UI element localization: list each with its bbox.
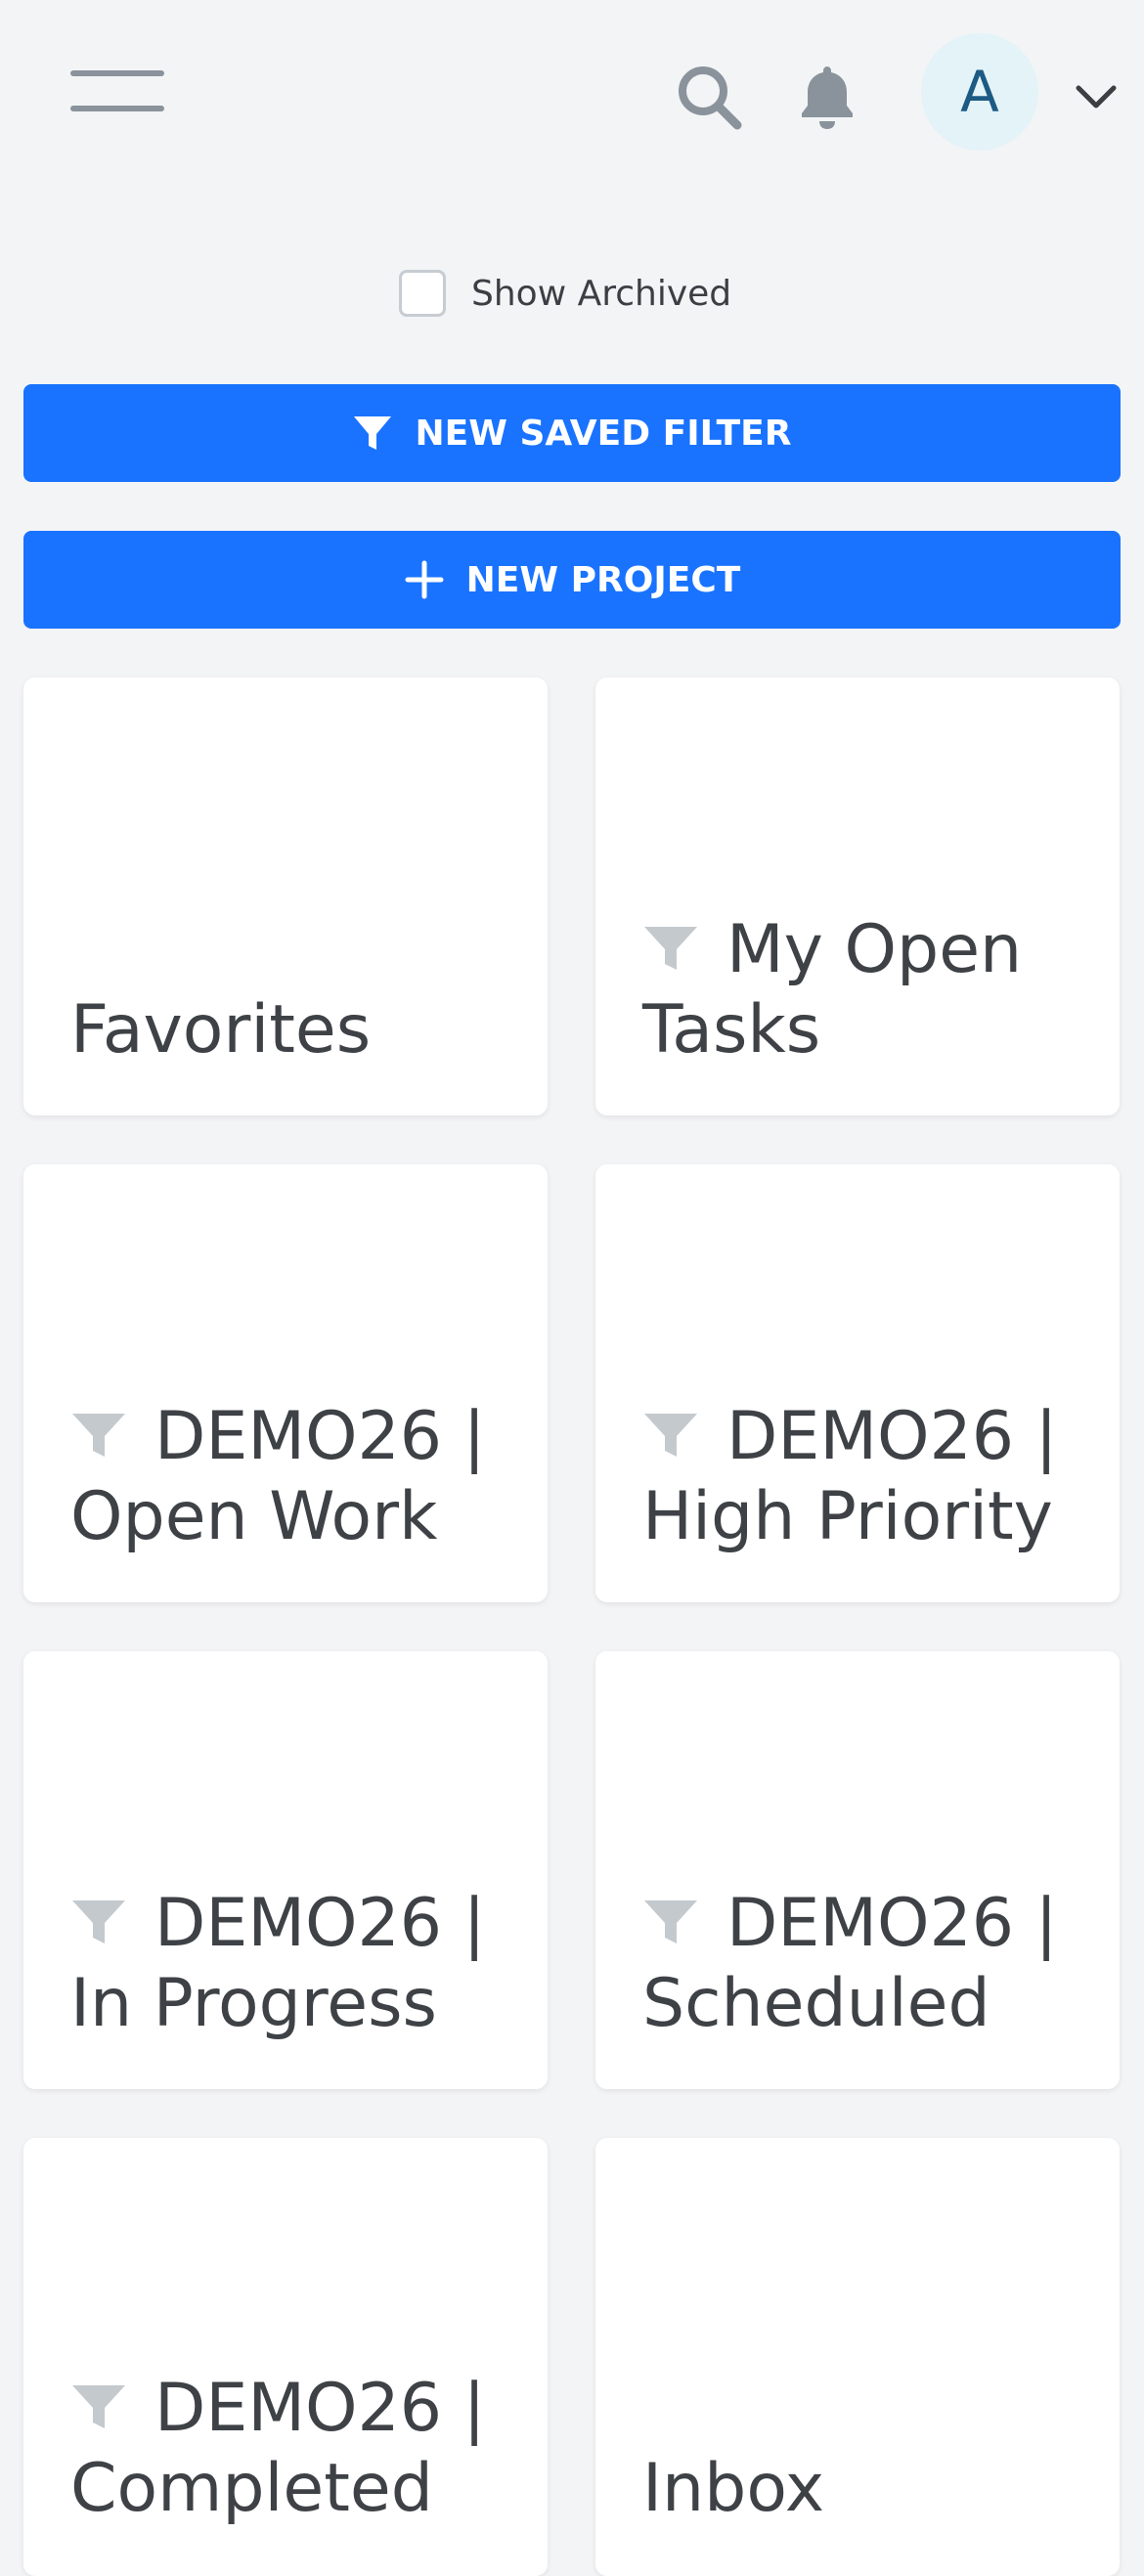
notifications-button[interactable] <box>790 61 864 135</box>
saved-filter-card[interactable]: DEMO26 | High Priority <box>595 1164 1120 1602</box>
hamburger-menu-icon <box>70 70 164 76</box>
card-title-text: DEMO26 | In Progress <box>70 1885 486 2042</box>
card-title-text: DEMO26 | High Priority <box>642 1398 1058 1555</box>
hamburger-menu-icon <box>70 106 164 111</box>
filter-icon <box>644 1900 697 1943</box>
filter-icon <box>72 2385 125 2428</box>
card-title: Favorites <box>70 990 518 1070</box>
chevron-down-icon <box>1076 85 1117 109</box>
search-button[interactable] <box>673 61 747 135</box>
card-title: DEMO26 | Scheduled <box>642 1884 1090 2044</box>
project-card-favorites[interactable]: Favorites <box>23 677 548 1115</box>
card-title-text: Inbox <box>642 2450 825 2527</box>
project-card[interactable]: Inbox <box>595 2138 1120 2576</box>
account-menu-toggle[interactable] <box>1071 74 1122 117</box>
search-icon <box>679 66 742 130</box>
bell-icon <box>802 66 853 129</box>
new-saved-filter-button[interactable]: NEW SAVED FILTER <box>23 384 1121 482</box>
card-title-text: DEMO26 | Open Work <box>70 1398 486 1555</box>
filter-icon <box>72 1900 125 1943</box>
card-title-text: My Open Tasks <box>642 911 1023 1069</box>
saved-filter-card[interactable]: My Open Tasks <box>595 677 1120 1115</box>
saved-filter-card[interactable]: DEMO26 | In Progress <box>23 1651 548 2089</box>
hamburger-menu-button[interactable] <box>59 59 176 129</box>
card-title: DEMO26 | High Priority <box>642 1397 1090 1557</box>
new-project-button[interactable]: NEW PROJECT <box>23 531 1121 629</box>
card-title: DEMO26 | Completed <box>70 2369 518 2529</box>
show-archived-checkbox[interactable] <box>399 270 446 317</box>
card-title: DEMO26 | In Progress <box>70 1884 518 2044</box>
saved-filter-card[interactable]: DEMO26 | Open Work <box>23 1164 548 1602</box>
card-title-text: Favorites <box>70 991 372 1069</box>
filter-icon <box>644 1414 697 1457</box>
show-archived-toggle[interactable]: Show Archived <box>399 266 731 321</box>
card-title: Inbox <box>642 2449 1090 2529</box>
user-avatar[interactable]: A <box>921 33 1038 151</box>
card-title: My Open Tasks <box>642 910 1090 1070</box>
card-title: DEMO26 | Open Work <box>70 1397 518 1557</box>
saved-filter-card[interactable]: DEMO26 | Scheduled <box>595 1651 1120 2089</box>
filter-icon <box>644 927 697 970</box>
new-saved-filter-label: NEW SAVED FILTER <box>415 413 792 454</box>
top-bar: A <box>0 0 1144 196</box>
card-title-text: DEMO26 | Completed <box>70 2370 486 2527</box>
card-title-text: DEMO26 | Scheduled <box>642 1885 1058 2042</box>
new-project-label: NEW PROJECT <box>465 559 741 600</box>
show-archived-label[interactable]: Show Archived <box>471 274 731 314</box>
filter-icon <box>72 1414 125 1457</box>
plus-icon <box>405 560 444 599</box>
filter-icon <box>354 416 392 450</box>
saved-filter-card[interactable]: DEMO26 | Completed <box>23 2138 548 2576</box>
